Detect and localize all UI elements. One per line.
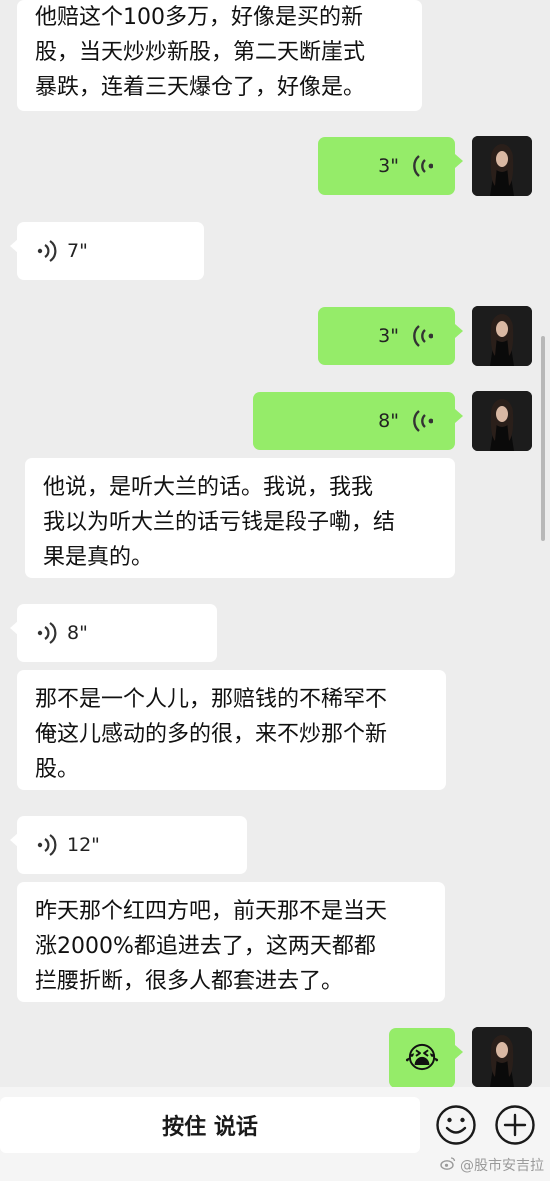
incoming-text-message[interactable]: 他说，是听大兰的话。我说，我我 我以为听大兰的话亏钱是段子嘞，结 果是真的。 (25, 458, 455, 578)
emoji-icon[interactable] (435, 1104, 477, 1146)
my-avatar[interactable] (472, 391, 532, 451)
my-avatar[interactable] (472, 136, 532, 196)
voice-wave-icon (411, 154, 433, 178)
incoming-text-message[interactable]: 那不是一个人儿，那赔钱的不稀罕不 俺这儿感动的多的很，来不炒那个新 股。 (17, 670, 446, 790)
my-avatar[interactable] (472, 1027, 532, 1087)
incoming-voice-message[interactable]: 7" (10, 222, 204, 280)
chat-scrollbar[interactable] (541, 336, 545, 541)
incoming-voice-message[interactable]: 12" (10, 816, 247, 874)
outgoing-emoji-message[interactable]: 😭 (389, 1028, 463, 1088)
watermark-text: @股市安吉拉 (460, 1158, 544, 1174)
voice-duration: 3" (378, 154, 399, 177)
message-line: 他赔这个100多万，好像是买的新 (35, 5, 363, 30)
plus-icon[interactable] (494, 1104, 536, 1146)
message-line: 昨天那个红四方吧，前天那不是当天 (35, 899, 388, 924)
voice-duration: 8" (67, 621, 88, 644)
message-line: 那不是一个人儿，那赔钱的不稀罕不 (35, 687, 388, 712)
weibo-logo-icon (440, 1156, 456, 1174)
message-line: 拦腰折断，很多人都套进去了。 (35, 969, 344, 994)
incoming-voice-message[interactable]: 8" (10, 604, 217, 662)
incoming-text-message[interactable]: 昨天那个红四方吧，前天那不是当天 涨2000%都追进去了，这两天都都 拦腰折断，… (17, 882, 445, 1002)
crying-face-icon: 😭 (404, 1040, 440, 1076)
incoming-text-message[interactable]: 他赔这个100多万，好像是买的新 股，当天炒炒新股，第二天断崖式 暴跌，连着三天… (17, 0, 422, 111)
voice-wave-icon (411, 409, 433, 433)
voice-duration: 3" (378, 324, 399, 347)
message-line: 股，当天炒炒新股，第二天断崖式 (35, 40, 366, 65)
message-line: 我以为听大兰的话亏钱是段子嘞，结 (43, 510, 396, 535)
message-line: 涨2000%都追进去了，这两天都都 (35, 934, 376, 959)
message-line: 俺这儿感动的多的很，来不炒那个新 (35, 722, 388, 747)
my-avatar[interactable] (472, 306, 532, 366)
voice-duration: 8" (378, 409, 399, 432)
message-line: 果是真的。 (43, 545, 154, 570)
input-bar: 按住 说话 @股市安吉拉 (0, 1087, 550, 1181)
message-line: 股。 (35, 757, 80, 782)
voice-wave-icon (37, 240, 57, 262)
outgoing-voice-message[interactable]: 3" (318, 137, 463, 195)
watermark: @股市安吉拉 (440, 1155, 544, 1175)
voice-duration: 7" (67, 239, 88, 262)
voice-wave-icon (411, 324, 433, 348)
voice-wave-icon (37, 622, 57, 644)
chat-area[interactable]: 他赔这个100多万，好像是买的新 股，当天炒炒新股，第二天断崖式 暴跌，连着三天… (0, 0, 550, 1090)
hold-to-talk-button[interactable]: 按住 说话 (0, 1097, 420, 1153)
message-line: 他说，是听大兰的话。我说，我我 (43, 475, 374, 500)
outgoing-voice-message[interactable]: 3" (318, 307, 463, 365)
message-line: 暴跌，连着三天爆仓了，好像是。 (35, 75, 366, 100)
voice-wave-icon (37, 834, 57, 856)
outgoing-voice-message[interactable]: 8" (253, 392, 463, 450)
voice-duration: 12" (67, 833, 100, 856)
